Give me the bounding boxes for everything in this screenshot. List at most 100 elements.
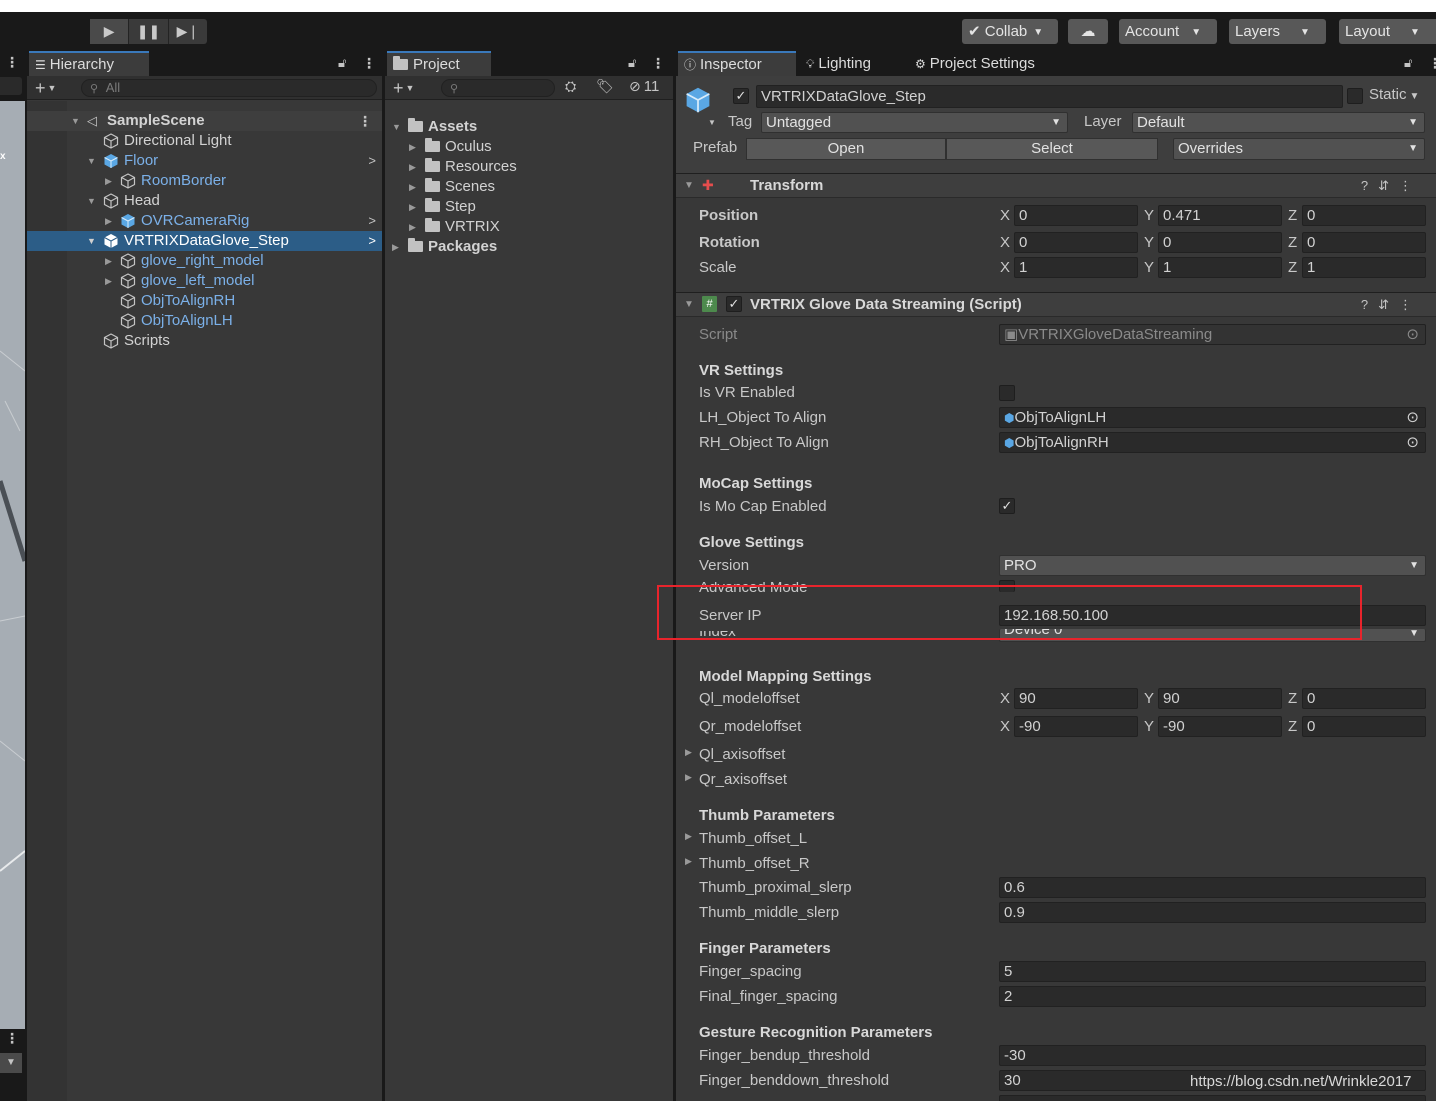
finger-spacing-field[interactable]: 5 [999, 961, 1426, 982]
tab-project-settings[interactable]: ⚙ Project Settings [909, 51, 1041, 76]
qr-axisoffset-foldout[interactable]: Qr_axisoffset [699, 771, 787, 788]
lock-icon[interactable]: 🔓︎ [1404, 55, 1412, 71]
prefab-open-button[interactable]: Open [746, 138, 946, 160]
scene-viewport[interactable] [0, 101, 25, 1029]
tree-item-glove-right-model[interactable]: ▶ glove_right_model [27, 251, 382, 271]
ql-modeloffset-z-field[interactable]: 0 [1302, 688, 1426, 709]
caret-down-icon[interactable]: ▼ [0, 1053, 22, 1073]
expand-arrow-icon[interactable]: ▼ [71, 111, 80, 131]
position-z-field[interactable]: 0 [1302, 205, 1426, 226]
script-component-header[interactable]: ▼ # ✓ VRTRIX Glove Data Streaming (Scrip… [676, 292, 1436, 317]
tree-item-scripts[interactable]: Scripts [27, 331, 382, 351]
foldout-arrow-icon[interactable]: ▶ [685, 831, 692, 842]
add-object-button[interactable]: + ▼ [35, 78, 56, 98]
filter-by-type-icon[interactable]: ⛭ [565, 78, 576, 95]
menu-dots-icon[interactable]: ⋮ [5, 55, 19, 69]
component-enabled-checkbox[interactable]: ✓ [726, 296, 742, 312]
create-asset-button[interactable]: + ▼ [393, 78, 414, 98]
foldout-arrow-icon[interactable]: ▼ [684, 299, 694, 310]
ql-modeloffset-x-field[interactable]: 90 [1014, 688, 1138, 709]
caret-down-icon[interactable]: ▼ [708, 118, 716, 127]
prefab-select-button[interactable]: Select [946, 138, 1158, 160]
tree-item-samplescene[interactable]: ▼ ◁ SampleScene ⋮ [27, 111, 382, 131]
tree-item-step[interactable]: ▶ Step [385, 197, 673, 217]
rotation-z-field[interactable]: 0 [1302, 232, 1426, 253]
tree-item-glove-left-model[interactable]: ▶ glove_left_model [27, 271, 382, 291]
qr-modeloffset-z-field[interactable]: 0 [1302, 716, 1426, 737]
tree-item-floor[interactable]: ▼ Floor > [27, 151, 382, 171]
next-parameter-field-clipped[interactable] [999, 1095, 1426, 1101]
foldout-arrow-icon[interactable]: ▶ [685, 856, 692, 867]
rotation-y-field[interactable]: 0 [1158, 232, 1282, 253]
menu-dots-icon[interactable]: ⋮ [1399, 178, 1422, 193]
collapsed-arrow-icon[interactable]: ▶ [105, 251, 112, 271]
script-reference-field[interactable]: ▣VRTRIXGloveDataStreaming ⊙ [999, 324, 1426, 345]
tree-item-vrtrix[interactable]: ▶ VRTRIX [385, 217, 673, 237]
expand-arrow-icon[interactable]: ▼ [87, 191, 96, 211]
is-vr-enabled-checkbox[interactable] [999, 385, 1015, 401]
collapsed-arrow-icon[interactable]: ▶ [409, 157, 416, 177]
menu-dots-icon[interactable]: ⋮ [5, 1031, 19, 1045]
menu-dots-icon[interactable]: ⋮ [651, 56, 665, 70]
object-name-field[interactable]: VRTRIXDataGlove_Step [756, 85, 1343, 108]
foldout-arrow-icon[interactable]: ▼ [684, 180, 694, 191]
layout-dropdown[interactable]: Layout ▼ [1339, 19, 1436, 44]
collapsed-arrow-icon[interactable]: ▶ [392, 237, 399, 257]
object-picker-icon[interactable]: ⊙ [1406, 433, 1419, 452]
help-icon[interactable]: ? [1361, 178, 1378, 193]
scale-x-field[interactable]: 1 [1014, 257, 1138, 278]
position-y-field[interactable]: 0.471 [1158, 205, 1282, 226]
menu-dots-icon[interactable]: ⋮ [362, 56, 376, 70]
lh-object-field[interactable]: ⬢ObjToAlignLH ⊙ [999, 407, 1426, 428]
ql-axisoffset-foldout[interactable]: Ql_axisoffset [699, 746, 785, 763]
foldout-arrow-icon[interactable]: ▶ [685, 747, 692, 758]
layers-dropdown[interactable]: Layers ▼ [1229, 19, 1326, 44]
thumb-offset-l-foldout[interactable]: Thumb_offset_L [699, 830, 807, 847]
collapsed-arrow-icon[interactable]: ▶ [409, 177, 416, 197]
layer-dropdown[interactable]: Default ▼ [1132, 112, 1425, 133]
transform-header[interactable]: ▼ ✚ Transform ?⇵⋮ [676, 173, 1436, 198]
rh-object-field[interactable]: ⬢ObjToAlignRH ⊙ [999, 432, 1426, 453]
thumb-middle-slerp-field[interactable]: 0.9 [999, 902, 1426, 923]
tree-item-directional-light[interactable]: Directional Light [27, 131, 382, 151]
scale-z-field[interactable]: 1 [1302, 257, 1426, 278]
play-button[interactable]: ▶ [90, 19, 130, 44]
finger-bendup-threshold-field[interactable]: -30 [999, 1045, 1426, 1066]
tab-inspector[interactable]: ⓘ Inspector [678, 51, 796, 76]
collapsed-arrow-icon[interactable]: ▶ [105, 171, 112, 191]
tree-item-roomborder[interactable]: ▶ RoomBorder [27, 171, 382, 191]
tree-item-packages[interactable]: ▶ Packages [385, 237, 673, 257]
expand-arrow-icon[interactable]: ▼ [87, 231, 96, 251]
collapsed-arrow-icon[interactable]: ▶ [105, 211, 112, 231]
collapsed-arrow-icon[interactable]: ▶ [409, 197, 416, 217]
tab-lighting[interactable]: 💡︎ Lighting [800, 51, 877, 76]
lock-icon[interactable]: 🔓︎ [338, 55, 346, 71]
scene-toolbar-field[interactable] [0, 77, 22, 95]
menu-dots-icon[interactable]: ⋮ [1428, 56, 1436, 70]
tree-item-head[interactable]: ▼ Head [27, 191, 382, 211]
final-finger-spacing-field[interactable]: 2 [999, 986, 1426, 1007]
thumb-proximal-slerp-field[interactable]: 0.6 [999, 877, 1426, 898]
version-dropdown[interactable]: PRO ▼ [999, 555, 1426, 576]
chevron-right-icon[interactable]: > [368, 231, 376, 251]
chevron-right-icon[interactable]: > [368, 151, 376, 171]
tree-item-oculus[interactable]: ▶ Oculus [385, 137, 673, 157]
hierarchy-search-input[interactable]: ⚲ All [81, 79, 377, 97]
step-button[interactable]: ▶❘ [169, 19, 207, 44]
collab-button[interactable]: ✔ Collab ▼ [962, 19, 1058, 44]
help-icon[interactable]: ? [1361, 297, 1378, 312]
static-checkbox[interactable] [1347, 88, 1363, 104]
hidden-packages-toggle[interactable]: ⊘ 11 [629, 78, 659, 95]
tag-icon[interactable]: 🏷︎ [596, 78, 614, 95]
preset-icon[interactable]: ⇵ [1378, 178, 1399, 193]
preset-icon[interactable]: ⇵ [1378, 297, 1399, 312]
qr-modeloffset-y-field[interactable]: -90 [1158, 716, 1282, 737]
foldout-arrow-icon[interactable]: ▶ [685, 772, 692, 783]
scale-y-field[interactable]: 1 [1158, 257, 1282, 278]
account-dropdown[interactable]: Account ▼ [1119, 19, 1217, 44]
menu-dots-icon[interactable]: ⋮ [358, 111, 372, 131]
menu-dots-icon[interactable]: ⋮ [1399, 297, 1422, 312]
tag-dropdown[interactable]: Untagged ▼ [761, 112, 1068, 133]
lock-icon[interactable]: 🔓︎ [628, 55, 636, 71]
pause-button[interactable]: ❚❚ [129, 19, 169, 44]
